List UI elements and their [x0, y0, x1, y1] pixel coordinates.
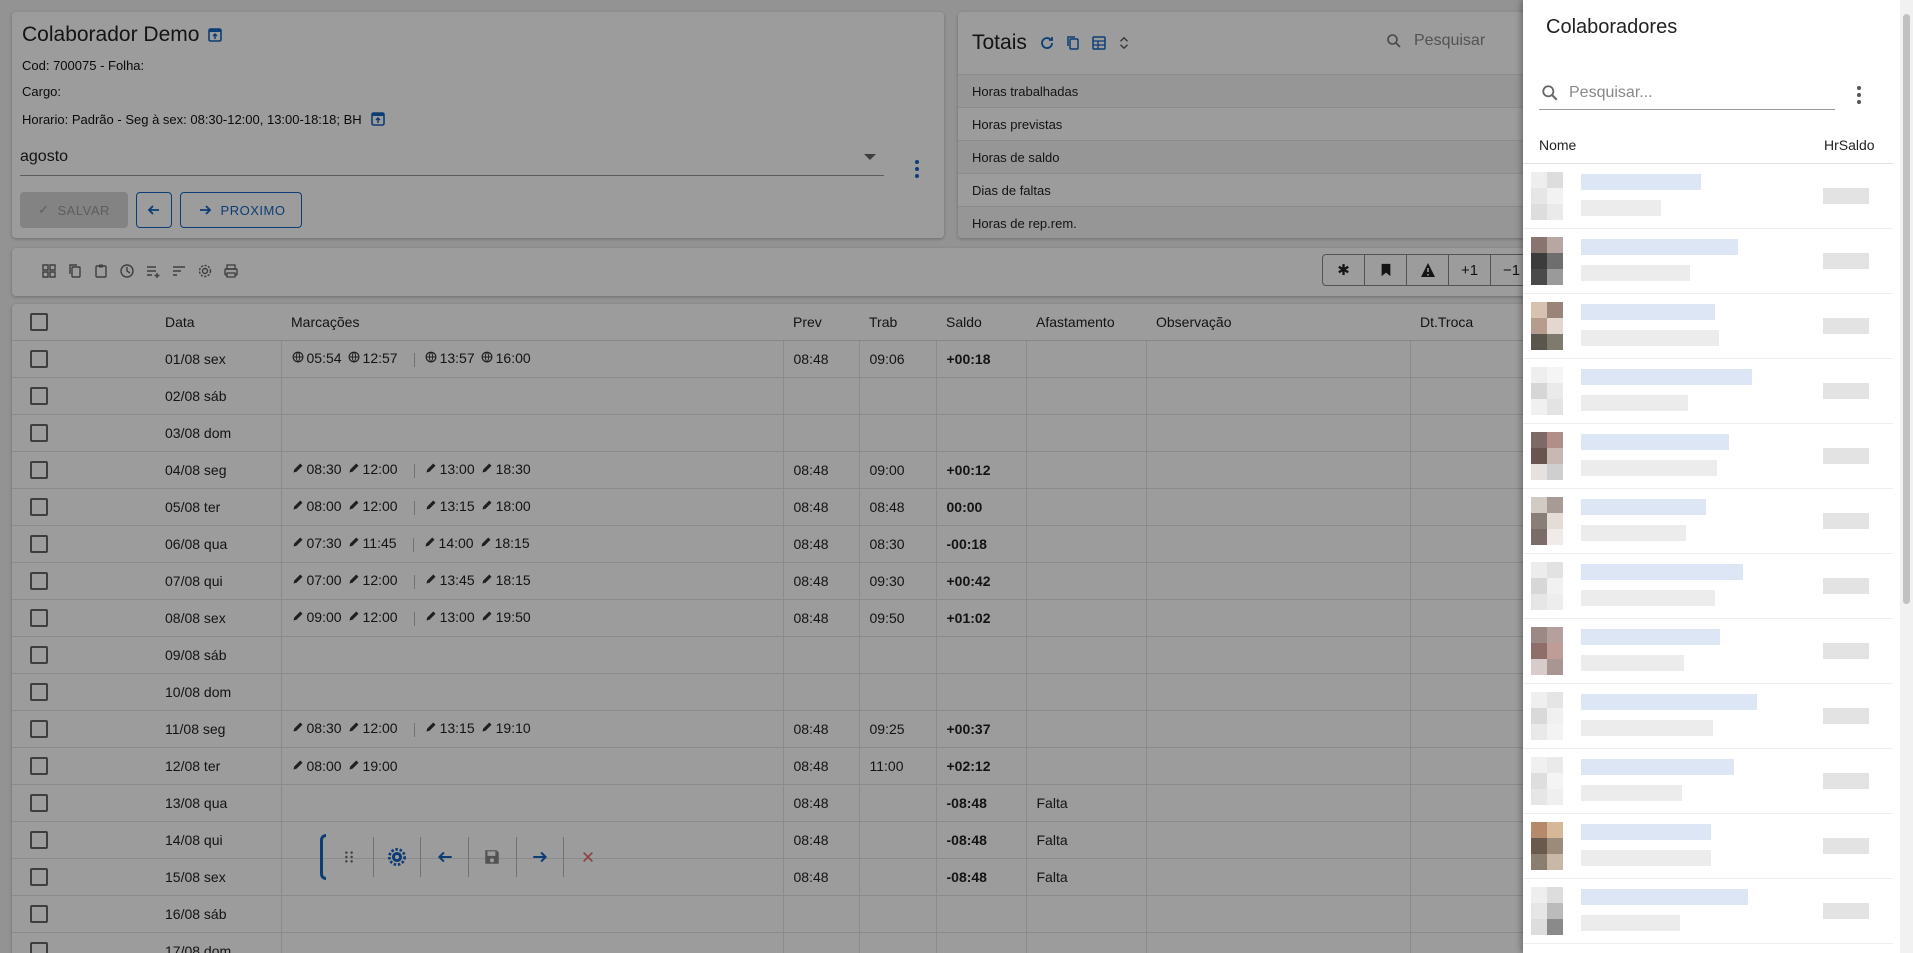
avatar: [1531, 887, 1563, 935]
employee-saldo-blurred: [1823, 383, 1869, 399]
employee-name-blurred: [1581, 694, 1757, 710]
avatar: [1531, 367, 1563, 415]
avatar: [1531, 237, 1563, 285]
employee-name-blurred: [1581, 889, 1748, 905]
avatar: [1531, 497, 1563, 545]
employee-detail-blurred: [1581, 395, 1688, 411]
col-nome[interactable]: Nome: [1539, 137, 1576, 153]
employee-name-blurred: [1581, 629, 1720, 645]
employee-name-blurred: [1581, 499, 1706, 515]
employee-name-blurred: [1581, 174, 1701, 190]
employee-list-item[interactable]: [1523, 684, 1893, 749]
drawer-list-header: Nome HrSaldo: [1523, 130, 1893, 164]
employee-list-item[interactable]: [1523, 359, 1893, 424]
employee-detail-blurred: [1581, 265, 1690, 281]
employee-saldo-blurred: [1823, 318, 1869, 334]
employee-list-item[interactable]: [1523, 879, 1893, 944]
employees-drawer: Colaboradores Pesquisar... Nome HrSaldo: [1523, 0, 1913, 953]
employee-list-item[interactable]: [1523, 424, 1893, 489]
employee-saldo-blurred: [1823, 513, 1869, 529]
employee-saldo-blurred: [1823, 773, 1869, 789]
employee-list-item[interactable]: [1523, 489, 1893, 554]
employee-saldo-blurred: [1823, 253, 1869, 269]
avatar: [1531, 757, 1563, 805]
employee-detail-blurred: [1581, 785, 1682, 801]
employee-saldo-blurred: [1823, 448, 1869, 464]
employee-list: [1523, 164, 1893, 953]
employee-list-item[interactable]: [1523, 294, 1893, 359]
employee-name-blurred: [1581, 369, 1752, 385]
avatar: [1531, 432, 1563, 480]
employee-detail-blurred: [1581, 200, 1661, 216]
employee-list-item[interactable]: [1523, 554, 1893, 619]
employee-list-item[interactable]: [1523, 229, 1893, 294]
employee-detail-blurred: [1581, 915, 1680, 931]
employee-list-item[interactable]: [1523, 164, 1893, 229]
employee-saldo-blurred: [1823, 903, 1869, 919]
avatar: [1531, 627, 1563, 675]
employee-detail-blurred: [1581, 460, 1717, 476]
employee-detail-blurred: [1581, 590, 1715, 606]
col-hrsaldo[interactable]: HrSaldo: [1824, 137, 1875, 153]
avatar: [1531, 302, 1563, 350]
employee-name-blurred: [1581, 304, 1715, 320]
employee-saldo-blurred: [1823, 578, 1869, 594]
avatar: [1531, 692, 1563, 740]
more-vert-icon[interactable]: [1857, 86, 1861, 104]
employee-name-blurred: [1581, 434, 1729, 450]
avatar: [1531, 562, 1563, 610]
employee-detail-blurred: [1581, 720, 1713, 736]
drawer-scrollbar[interactable]: [1900, 0, 1913, 953]
drawer-title: Colaboradores: [1546, 16, 1678, 38]
employee-name-blurred: [1581, 564, 1743, 580]
employee-detail-blurred: [1581, 850, 1711, 866]
employee-list-item[interactable]: [1523, 619, 1893, 684]
employee-detail-blurred: [1581, 655, 1684, 671]
avatar: [1531, 172, 1563, 220]
modal-overlay[interactable]: [0, 0, 1523, 953]
employee-saldo-blurred: [1823, 188, 1869, 204]
employee-name-blurred: [1581, 239, 1738, 255]
employee-saldo-blurred: [1823, 838, 1869, 854]
employee-detail-blurred: [1581, 330, 1719, 346]
employee-detail-blurred: [1581, 525, 1686, 541]
employee-list-item[interactable]: [1523, 749, 1893, 814]
employee-saldo-blurred: [1823, 643, 1869, 659]
employee-saldo-blurred: [1823, 708, 1869, 724]
employee-search-input[interactable]: Pesquisar...: [1539, 76, 1835, 110]
employee-name-blurred: [1581, 824, 1711, 840]
search-icon: [1542, 84, 1558, 100]
employee-name-blurred: [1581, 759, 1734, 775]
employee-search-placeholder: Pesquisar...: [1569, 83, 1653, 101]
employee-list-item[interactable]: [1523, 814, 1893, 879]
avatar: [1531, 822, 1563, 870]
